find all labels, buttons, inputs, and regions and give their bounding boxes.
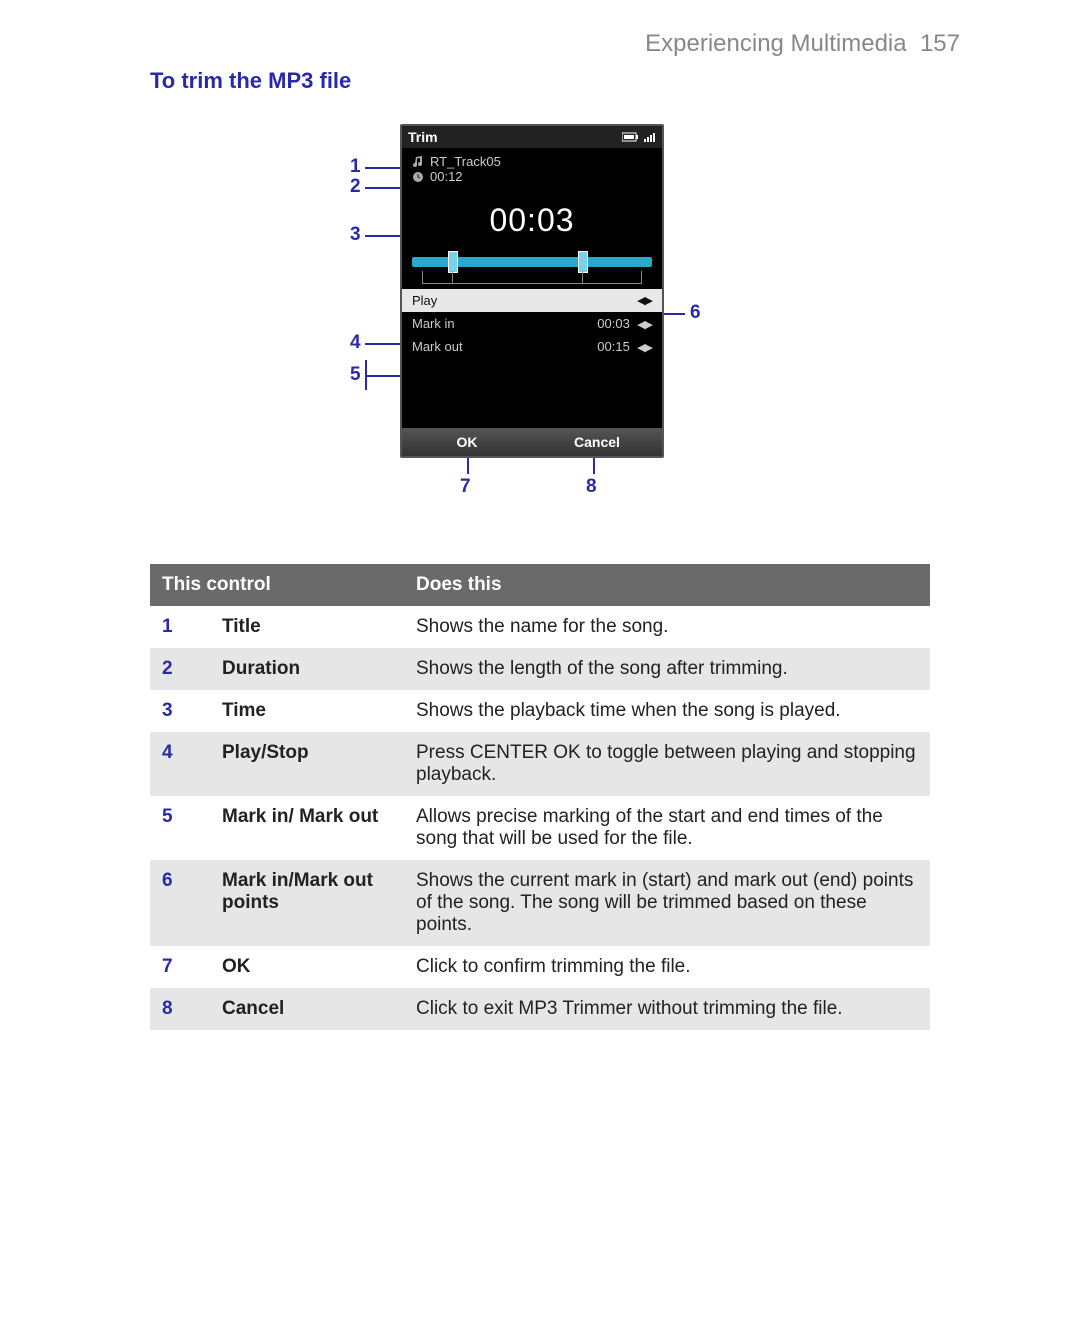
table-row: 3 Time Shows the playback time when the … [150, 690, 930, 732]
callout-2: 2 [350, 176, 361, 198]
row-desc: Allows precise marking of the start and … [404, 796, 930, 860]
battery-icon [622, 132, 640, 142]
row-number: 2 [150, 648, 210, 690]
track-row: RT_Track05 [402, 148, 662, 169]
callout-3: 3 [350, 224, 361, 246]
duration-value: 00:12 [430, 169, 463, 184]
section-title: To trim the MP3 file [0, 58, 1080, 94]
page-header: Experiencing Multimedia 157 [0, 0, 1080, 58]
mark-in-value: 00:03 [597, 316, 630, 331]
chapter-title: Experiencing Multimedia [645, 30, 906, 57]
row-number: 6 [150, 860, 210, 946]
table-row: 5 Mark in/ Mark out Allows precise marki… [150, 796, 930, 860]
row-name: Duration [210, 648, 404, 690]
slider-ruler [422, 271, 642, 284]
row-name: OK [210, 946, 404, 988]
signal-icon [644, 132, 656, 142]
leader-5-bracket [365, 360, 367, 390]
row-desc: Press CENTER OK to toggle between playin… [404, 732, 930, 796]
row-desc: Shows the current mark in (start) and ma… [404, 860, 930, 946]
music-note-icon [412, 156, 424, 168]
row-number: 3 [150, 690, 210, 732]
row-number: 7 [150, 946, 210, 988]
figure: 1 2 3 4 5 6 7 8 Trim RT_Track05 [190, 124, 890, 544]
left-right-arrows-icon: ◀▶ [637, 342, 652, 354]
row-name: Mark in/ Mark out [210, 796, 404, 860]
screen-title: Trim [408, 129, 438, 145]
row-desc: Click to confirm trimming the file. [404, 946, 930, 988]
left-right-arrows-icon: ◀▶ [637, 294, 652, 307]
clock-icon [412, 171, 424, 183]
leader-5 [365, 375, 405, 377]
table-row: 1 Title Shows the name for the song. [150, 606, 930, 648]
controls-table: This control Does this 1 Title Shows the… [150, 564, 930, 1030]
play-row[interactable]: Play ◀▶ [402, 289, 662, 312]
mark-out-handle[interactable] [578, 251, 588, 273]
row-desc: Shows the length of the song after trimm… [404, 648, 930, 690]
left-right-arrows-icon: ◀▶ [637, 319, 652, 331]
playback-time: 00:03 [402, 188, 662, 249]
row-name: Play/Stop [210, 732, 404, 796]
phone-screen: Trim RT_Track05 00:12 00:03 Play ◀▶ [400, 124, 664, 458]
leader-4 [365, 343, 405, 345]
mark-in-label: Mark in [412, 316, 455, 331]
callout-5: 5 [350, 364, 361, 386]
table-row: 4 Play/Stop Press CENTER OK to toggle be… [150, 732, 930, 796]
mark-out-value-group: 00:15 ◀▶ [597, 339, 652, 354]
status-icons [622, 132, 656, 142]
row-desc: Shows the playback time when the song is… [404, 690, 930, 732]
table-row: 6 Mark in/Mark out points Shows the curr… [150, 860, 930, 946]
callout-6: 6 [690, 302, 701, 324]
row-number: 8 [150, 988, 210, 1030]
table-row: 2 Duration Shows the length of the song … [150, 648, 930, 690]
row-name: Title [210, 606, 404, 648]
slider-tick [452, 271, 453, 283]
table-head-control: This control [150, 564, 404, 606]
row-number: 1 [150, 606, 210, 648]
mark-out-value: 00:15 [597, 339, 630, 354]
trim-slider[interactable] [412, 249, 652, 289]
softkey-bar: OK Cancel [402, 428, 662, 456]
callout-8: 8 [586, 476, 597, 498]
callout-7: 7 [460, 476, 471, 498]
page-number: 157 [920, 30, 960, 57]
mark-in-value-group: 00:03 ◀▶ [597, 316, 652, 331]
mark-out-label: Mark out [412, 339, 463, 354]
track-name: RT_Track05 [430, 154, 501, 169]
row-name: Time [210, 690, 404, 732]
row-name: Cancel [210, 988, 404, 1030]
table-head-does: Does this [404, 564, 930, 606]
callout-1: 1 [350, 156, 361, 178]
mark-out-row[interactable]: Mark out 00:15 ◀▶ [402, 335, 662, 358]
table-row: 8 Cancel Click to exit MP3 Trimmer witho… [150, 988, 930, 1030]
row-desc: Click to exit MP3 Trimmer without trimmi… [404, 988, 930, 1030]
ok-button[interactable]: OK [402, 428, 532, 456]
row-name: Mark in/Mark out points [210, 860, 404, 946]
slider-tick [582, 271, 583, 283]
table-row: 7 OK Click to confirm trimming the file. [150, 946, 930, 988]
status-bar: Trim [402, 126, 662, 148]
cancel-button[interactable]: Cancel [532, 428, 662, 456]
callout-4: 4 [350, 332, 361, 354]
row-number: 4 [150, 732, 210, 796]
duration-row: 00:12 [402, 169, 662, 188]
row-number: 5 [150, 796, 210, 860]
mark-in-handle[interactable] [448, 251, 458, 273]
mark-in-row[interactable]: Mark in 00:03 ◀▶ [402, 312, 662, 335]
row-desc: Shows the name for the song. [404, 606, 930, 648]
play-label: Play [412, 293, 437, 308]
